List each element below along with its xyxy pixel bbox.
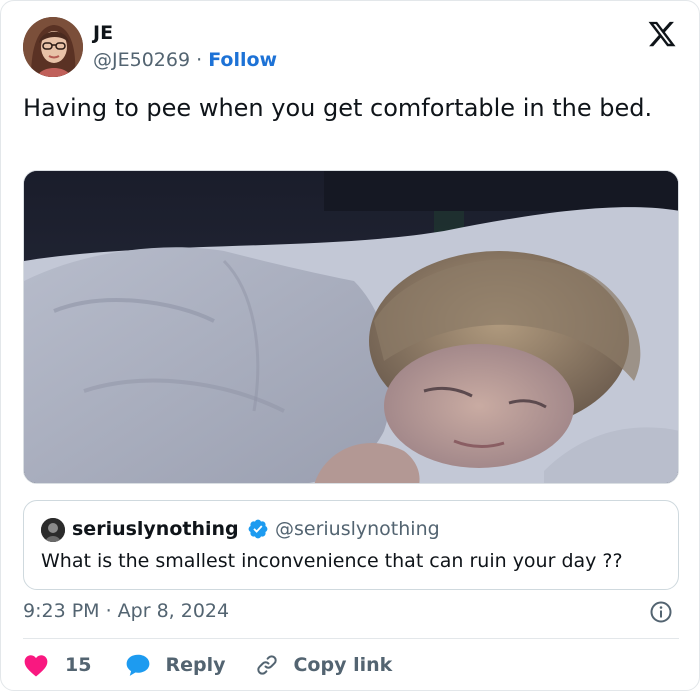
quoted-tweet[interactable]: seriuslynothing @seriuslynothing What is… [23,500,679,590]
heart-icon [24,655,48,677]
like-count: 15 [65,654,92,676]
link-icon [257,655,278,675]
verified-badge-icon [248,519,268,539]
info-icon[interactable] [649,600,673,624]
author-avatar[interactable] [23,17,83,77]
quoted-avatar-image [41,518,65,542]
copy-link-label: Copy link [293,654,393,676]
reply-label: Reply [165,654,226,676]
action-bar: 15 Reply Copy link [23,651,392,679]
copy-link-button[interactable]: Copy link [255,653,392,677]
tweet-timestamp[interactable]: 9:23 PM · Apr 8, 2024 [23,599,229,623]
reply-bubble-icon [127,654,150,676]
follow-button[interactable]: Follow [208,49,277,71]
x-logo-icon[interactable] [647,19,677,49]
profile-photo-image [23,17,83,77]
like-button[interactable]: 15 [23,653,91,677]
author-handle-row: @JE50269 · Follow [93,48,277,72]
divider [23,638,679,639]
author-handle[interactable]: @JE50269 [93,49,190,71]
author-name[interactable]: JE [93,21,113,45]
reply-button[interactable]: Reply [125,653,225,677]
quoted-author-name[interactable]: seriuslynothing [72,517,239,541]
quoted-author-handle[interactable]: @seriuslynothing [275,517,440,541]
separator-dot: · [196,49,203,71]
quoted-tweet-text: What is the smallest inconvenience that … [41,550,623,572]
tweet-card: JE @JE50269 · Follow Having to pee when … [0,0,700,691]
sleeping-woman-photo [24,171,678,483]
tweet-text: Having to pee when you get comfortable i… [23,94,653,122]
tweet-media[interactable] [23,170,679,484]
quoted-author-avatar[interactable] [41,518,65,542]
